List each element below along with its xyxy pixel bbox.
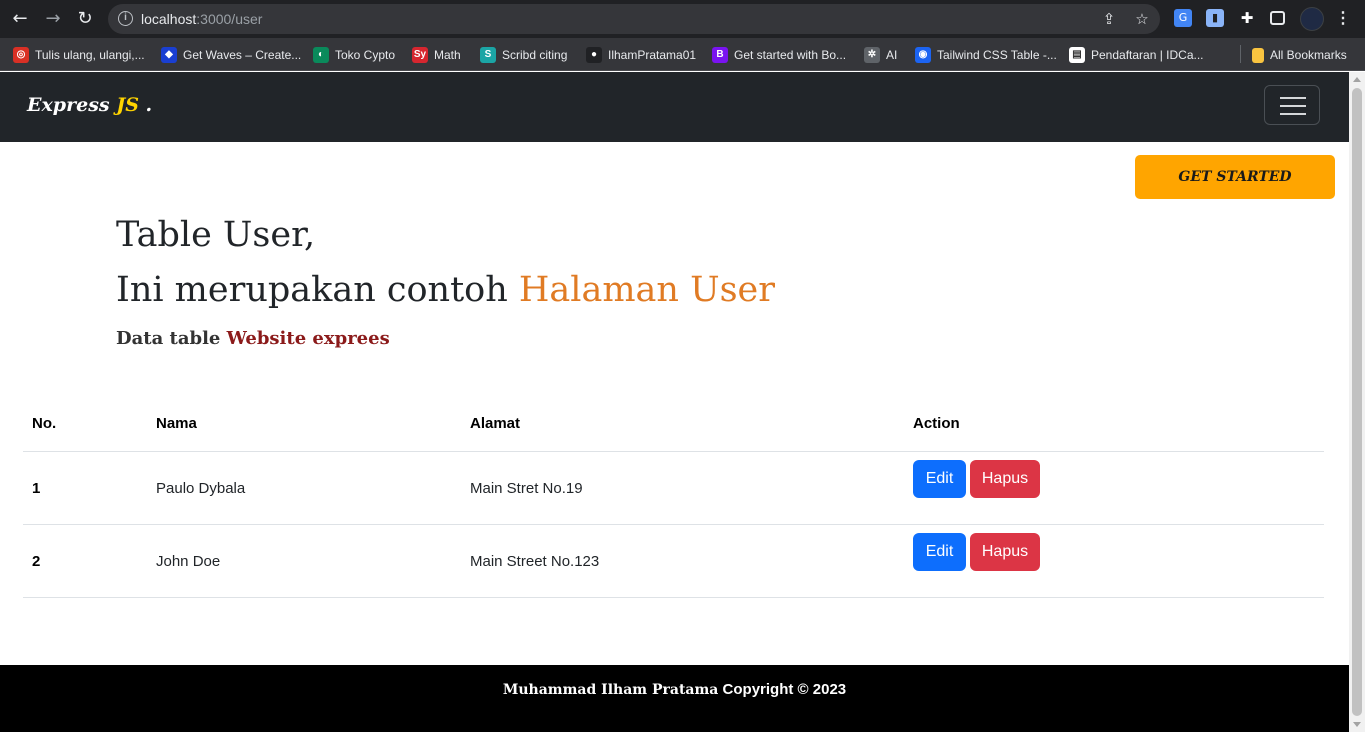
row-1-nama: Paulo Dybala — [156, 480, 246, 497]
table-divider — [23, 524, 1324, 525]
bookmark-label: Get started with Bo... — [734, 48, 847, 62]
bookmark-label: AI — [886, 48, 898, 62]
site-info-icon[interactable]: i — [118, 11, 133, 26]
share-icon[interactable]: ⇪ — [1100, 10, 1118, 28]
row-2-alamat: Main Street No.123 — [470, 553, 600, 570]
brand-js: JS — [116, 94, 139, 116]
row-2-no: 2 — [32, 553, 41, 570]
navbar-toggler-button[interactable] — [1264, 85, 1320, 125]
folder-icon — [1252, 47, 1264, 63]
docs-extension-icon[interactable]: ▮ — [1206, 9, 1224, 27]
url-host: localhost — [141, 11, 197, 27]
bookmark-label: Get Waves – Create... — [183, 48, 302, 62]
row-1-no: 1 — [32, 480, 41, 497]
page-title-line1: Table User, — [116, 215, 316, 255]
table-divider — [23, 597, 1324, 598]
row-1-hapus-button[interactable]: Hapus — [970, 460, 1040, 498]
row-2-edit-button[interactable]: Edit — [913, 533, 966, 571]
subtitle-prefix: Data table — [116, 328, 227, 349]
bookmark-item[interactable]: ◐ Toko Cypto — [313, 46, 395, 64]
all-bookmarks[interactable]: All Bookmarks — [1252, 46, 1347, 64]
bookmark-item[interactable]: ▤ Pendaftaran | IDCa... — [1069, 46, 1204, 64]
side-panel-icon[interactable] — [1270, 11, 1285, 25]
openai-icon: ✲ — [864, 47, 880, 63]
bookmarks-separator — [1240, 45, 1241, 63]
bookmark-label: Tailwind CSS Table -... — [937, 48, 1057, 62]
bookmark-item[interactable]: S Scribd citing — [480, 46, 567, 64]
bookmark-item[interactable]: ✲ AI — [864, 46, 897, 64]
brand-dot: . — [138, 94, 153, 116]
star-icon[interactable]: ☆ — [1133, 10, 1151, 28]
title-prefix: Ini merupakan contoh — [116, 270, 519, 310]
row-1-alamat: Main Stret No.19 — [470, 480, 583, 497]
bookmark-item[interactable]: ◎ Tulis ulang, ulangi,... — [13, 46, 145, 64]
bookmark-item[interactable]: ◉ Tailwind CSS Table -... — [915, 46, 1057, 64]
get-started-button[interactable]: GET STARTED — [1135, 155, 1335, 199]
back-arrow-icon[interactable]: ← — [9, 8, 31, 30]
bookmark-label: Math — [434, 48, 461, 62]
crypto-icon: ◐ — [313, 47, 329, 63]
column-header-nama: Nama — [156, 415, 197, 432]
bookmark-label: IlhamPratama01 — [608, 48, 697, 62]
bookmark-label: Toko Cypto — [335, 48, 396, 62]
hamburger-line — [1280, 97, 1306, 99]
browser-toolbar: ← → ↻ i localhost:3000/user ⇪ ☆ G ▮ ✚ ⋮ — [0, 0, 1365, 38]
page-title-line2: Ini merupakan contoh Halaman User — [116, 270, 775, 310]
brand-text: Express — [27, 94, 117, 116]
site-footer: Muhammad Ilham Pratama Copyright © 2023 — [0, 665, 1349, 732]
column-header-action: Action — [913, 415, 960, 432]
profile-avatar[interactable] — [1300, 7, 1324, 31]
title-highlight: Halaman User — [518, 270, 775, 310]
scroll-up-arrow-icon[interactable] — [1353, 77, 1361, 82]
footer-copyright: Copyright © 2023 — [718, 681, 847, 698]
hamburger-line — [1280, 113, 1306, 115]
scrollbar-thumb[interactable] — [1352, 88, 1362, 716]
footer-author: Muhammad Ilham Pratama — [502, 682, 719, 698]
row-2-nama: John Doe — [156, 553, 221, 570]
site-navbar: Express JS . — [0, 72, 1349, 142]
url-path: :3000/user — [196, 11, 263, 27]
symbolab-icon: Sy — [412, 47, 428, 63]
column-header-no: No. — [32, 415, 57, 432]
scribd-icon: S — [480, 47, 496, 63]
bookmark-item[interactable]: ◆ Get Waves – Create... — [161, 46, 301, 64]
forward-arrow-icon[interactable]: → — [42, 8, 64, 30]
page-viewport: Express JS . GET STARTED Table User, Ini… — [0, 72, 1349, 732]
quillbot-icon: ◎ — [13, 47, 29, 63]
address-bar[interactable]: i localhost:3000/user ⇪ ☆ — [108, 4, 1160, 34]
bookmark-item[interactable]: ● IlhamPratama01 — [586, 46, 696, 64]
bookmark-item[interactable]: B Get started with Bo... — [712, 46, 846, 64]
table-divider — [23, 451, 1324, 452]
puzzle-extensions-icon[interactable]: ✚ — [1238, 9, 1256, 27]
idcamp-icon: ▤ — [1069, 47, 1085, 63]
bookmark-label: Tulis ulang, ulangi,... — [35, 48, 145, 62]
column-header-alamat: Alamat — [470, 415, 521, 432]
subtitle-highlight: Website exprees — [226, 328, 390, 349]
kebab-menu-icon[interactable]: ⋮ — [1335, 8, 1351, 30]
footer-text: Muhammad Ilham Pratama Copyright © 2023 — [0, 681, 1349, 698]
row-1-edit-button[interactable]: Edit — [913, 460, 966, 498]
bookmark-label: Scribd citing — [502, 48, 568, 62]
vertical-scrollbar[interactable] — [1349, 72, 1365, 732]
bootstrap-icon: B — [712, 47, 728, 63]
page-subtitle: Data table Website exprees — [116, 328, 390, 349]
github-icon: ● — [586, 47, 602, 63]
hamburger-line — [1280, 105, 1306, 107]
all-bookmarks-label: All Bookmarks — [1270, 48, 1347, 62]
brand-logo[interactable]: Express JS . — [27, 94, 152, 116]
bookmark-item[interactable]: Sy Math — [412, 46, 461, 64]
address-url[interactable]: localhost:3000/user — [141, 11, 262, 27]
reload-icon[interactable]: ↻ — [74, 8, 96, 30]
translate-extension-icon[interactable]: G — [1174, 9, 1192, 27]
waves-icon: ◆ — [161, 47, 177, 63]
row-2-hapus-button[interactable]: Hapus — [970, 533, 1040, 571]
flowbite-icon: ◉ — [915, 47, 931, 63]
bookmark-label: Pendaftaran | IDCa... — [1091, 48, 1204, 62]
scroll-down-arrow-icon[interactable] — [1353, 722, 1361, 727]
